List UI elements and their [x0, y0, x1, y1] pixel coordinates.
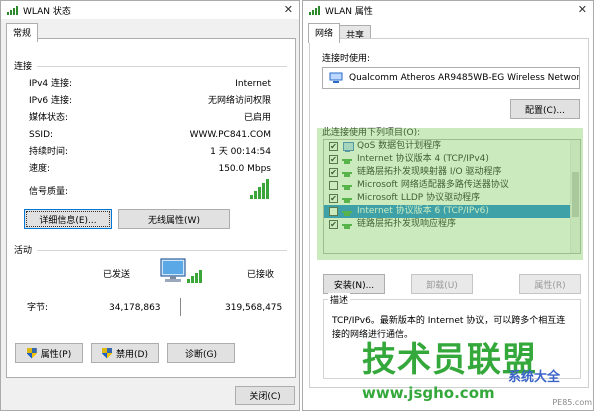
scrollbar-thumb[interactable] [572, 172, 579, 217]
general-panel: 连接 IPv4 连接: Internet IPv6 连接: 无网络访问权限 媒体… [6, 38, 296, 378]
list-item[interactable]: Internet 协议版本 4 (TCP/IPv4) [324, 153, 580, 166]
item-checkbox[interactable] [329, 194, 338, 203]
signal-quality-bars-icon [250, 179, 269, 199]
sent-label: 已发送 [103, 270, 131, 280]
watermark-mid-text: 系统大全 [508, 370, 561, 385]
diagnose-button[interactable]: 诊断(G) [167, 343, 235, 363]
description-text: TCP/IPv6。最新版本的 Internet 协议，可以跨多个相互连接的网络进… [332, 316, 566, 340]
item-label: Microsoft 网络适配器多路传送器协议 [357, 180, 509, 190]
properties-button[interactable]: 属性(P) [15, 343, 83, 363]
description-label: 描述 [328, 293, 351, 306]
watermark-url: www.jsgho.com [362, 384, 495, 402]
network-protocol-icon [342, 168, 353, 178]
list-item[interactable]: Microsoft 网络适配器多路传送器协议 [324, 179, 580, 192]
media-state-value: 已启用 [243, 113, 271, 123]
item-checkbox[interactable] [329, 220, 338, 229]
signal-bar [266, 179, 269, 199]
item-label: Internet 协议版本 6 (TCP/IPv6) [357, 206, 489, 216]
ipv6-value: 无网络访问权限 [207, 96, 271, 106]
uac-shield-icon [102, 348, 112, 359]
item-label: Microsoft LLDP 协议驱动程序 [357, 193, 481, 203]
received-label: 已接收 [247, 270, 275, 280]
item-label: 链路层拓扑发现映射器 I/O 驱动程序 [357, 167, 502, 177]
network-activity-monitor-icon [160, 258, 202, 283]
uninstall-button[interactable]: 卸载(U) [411, 274, 473, 294]
watermark: 技术员联盟 系统大全 www.jsgho.com PE85.com [362, 340, 594, 411]
ipv6-label: IPv6 连接: [29, 96, 73, 106]
signal-bar [262, 183, 265, 199]
title-bar: WLAN 状态 ✕ [1, 1, 299, 19]
ssid-label: SSID: [29, 130, 54, 140]
connect-using-label: 连接时使用: [322, 54, 371, 64]
configure-button[interactable]: 配置(C)... [510, 99, 580, 119]
item-label: QoS 数据包计划程序 [357, 141, 442, 151]
speed-label: 速度: [29, 164, 51, 174]
close-icon[interactable]: ✕ [284, 3, 293, 16]
item-checkbox[interactable] [329, 181, 338, 190]
adapter-box: Qualcomm Atheros AR9485WB-EG Wireless Ne… [322, 67, 580, 89]
network-protocol-icon [342, 220, 353, 230]
bytes-sent-value: 34,178,863 [109, 303, 161, 313]
list-item[interactable]: Internet 协议版本 6 (TCP/IPv6) [324, 205, 580, 218]
item-checkbox[interactable] [329, 155, 338, 164]
window-title: WLAN 状态 [23, 6, 71, 17]
connection-items-list[interactable]: QoS 数据包计划程序 Internet 协议版本 4 (TCP/IPv4) 链路层… [323, 139, 581, 254]
tab-network[interactable]: 网络 [308, 23, 341, 43]
wlan-status-window: WLAN 状态 ✕ 常规 连接 IPv4 连接: Internet IPv6 连… [0, 0, 300, 411]
items-label: 此连接使用下列项目(O): [322, 128, 421, 138]
activity-divider [180, 298, 181, 316]
list-item[interactable]: 链路层拓扑发现映射器 I/O 驱动程序 [324, 166, 580, 179]
list-item[interactable]: Microsoft LLDP 协议驱动程序 [324, 192, 580, 205]
qos-icon [342, 141, 354, 152]
close-button[interactable]: 关闭(C) [235, 386, 295, 405]
item-label: 链路层拓扑发现响应程序 [357, 219, 457, 229]
media-state-label: 媒体状态: [29, 113, 69, 123]
window-title: WLAN 属性 [325, 6, 373, 17]
uac-shield-icon [27, 348, 37, 359]
signal-quality-label: 信号质量: [29, 187, 69, 197]
watermark-small-text: PE85.com [552, 398, 592, 407]
divider [37, 66, 287, 67]
disable-button[interactable]: 禁用(D) [91, 343, 159, 363]
signal-bar [250, 195, 253, 199]
item-checkbox[interactable] [329, 142, 338, 151]
item-label: Internet 协议版本 4 (TCP/IPv4) [357, 154, 489, 164]
list-item[interactable]: 链路层拓扑发现响应程序 [324, 218, 580, 231]
network-protocol-icon [342, 194, 353, 204]
network-protocol-icon [342, 155, 353, 165]
ssid-value: WWW.PC841.COM [189, 130, 271, 140]
install-button[interactable]: 安装(N)... [323, 274, 385, 294]
duration-label: 持续时间: [29, 147, 69, 157]
activity-section-label: 活动 [14, 246, 33, 256]
network-protocol-icon [342, 207, 353, 217]
network-protocol-icon [342, 181, 353, 191]
signal-bar [258, 187, 261, 199]
divider [37, 250, 287, 251]
item-checkbox[interactable] [329, 168, 338, 177]
bytes-label: 字节: [27, 303, 49, 313]
tab-bar: 常规 [6, 23, 39, 42]
ipv4-label: IPv4 连接: [29, 79, 73, 89]
item-properties-button[interactable]: 属性(R) [519, 274, 581, 294]
ipv4-value: Internet [235, 79, 271, 89]
close-icon[interactable]: ✕ [578, 3, 587, 16]
wifi-signal-icon [7, 5, 19, 15]
details-button[interactable]: 详细信息(E)... [24, 209, 112, 229]
bytes-received-value: 319,568,475 [225, 303, 283, 313]
wifi-signal-icon [309, 5, 321, 15]
connection-section-label: 连接 [14, 62, 33, 72]
list-scrollbar[interactable] [570, 140, 580, 253]
item-checkbox[interactable] [329, 207, 338, 216]
tab-general[interactable]: 常规 [6, 23, 39, 42]
adapter-name: Qualcomm Atheros AR9485WB-EG Wireless Ne… [349, 73, 580, 83]
title-bar: WLAN 属性 ✕ [303, 1, 593, 19]
list-item[interactable]: QoS 数据包计划程序 [324, 140, 580, 153]
wireless-properties-button[interactable]: 无线属性(W) [118, 209, 230, 229]
signal-bar [254, 191, 257, 199]
network-adapter-icon [329, 72, 343, 83]
speed-value: 150.0 Mbps [218, 164, 271, 174]
duration-value: 1 天 00:14:54 [210, 147, 271, 157]
